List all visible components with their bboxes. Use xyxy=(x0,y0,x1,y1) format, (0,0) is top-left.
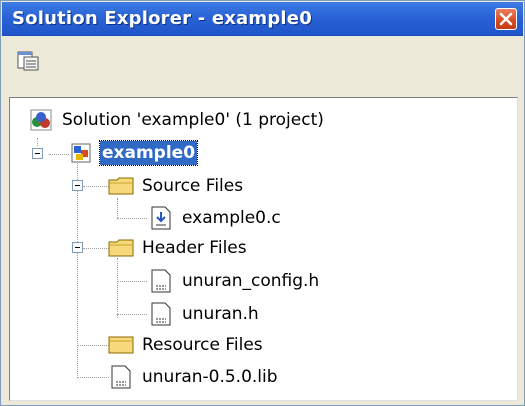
tree-line xyxy=(83,248,109,249)
toolbar xyxy=(2,37,523,85)
tree-item-label: unuran-0.5.0.lib xyxy=(142,367,278,387)
folder-icon xyxy=(108,332,134,358)
folder-icon xyxy=(108,235,134,261)
project-icon xyxy=(68,140,94,166)
tree-item-project[interactable]: example0 xyxy=(68,139,199,167)
tree-line xyxy=(37,138,38,146)
header-file-icon xyxy=(148,301,174,327)
tree-line xyxy=(117,258,118,318)
tree-item-lib-file[interactable]: unuran-0.5.0.lib xyxy=(108,363,280,391)
title-bar[interactable]: Solution Explorer - example0 xyxy=(2,2,523,36)
window-title: Solution Explorer - example0 xyxy=(12,8,312,29)
tree-line xyxy=(117,314,147,315)
solution-tree[interactable]: Solution 'example0' (1 project) example0 xyxy=(9,97,518,401)
tree-line xyxy=(117,218,147,219)
close-button[interactable] xyxy=(495,8,517,30)
tree-line xyxy=(83,186,109,187)
tree-item-solution[interactable]: Solution 'example0' (1 project) xyxy=(28,106,326,134)
collapse-header-files-toggle[interactable] xyxy=(72,242,83,253)
tree-item-label: Solution 'example0' (1 project) xyxy=(62,110,324,130)
tree-item-label: example0.c xyxy=(182,208,281,228)
solution-icon xyxy=(28,107,54,133)
lib-file-icon xyxy=(108,364,134,390)
properties-icon xyxy=(17,51,39,71)
tree-item-header-files[interactable]: Header Files xyxy=(108,234,249,262)
tree-item-source-file[interactable]: example0.c xyxy=(148,204,283,232)
tree-line xyxy=(77,345,109,346)
tree-item-label: Header Files xyxy=(142,238,247,258)
close-icon xyxy=(499,12,513,26)
collapse-source-files-toggle[interactable] xyxy=(72,180,83,191)
tree-item-label: unuran.h xyxy=(182,304,259,324)
tree-item-header-file[interactable]: unuran.h xyxy=(148,300,261,328)
tree-line xyxy=(117,198,118,218)
tree-line xyxy=(117,281,147,282)
tree-item-label: unuran_config.h xyxy=(182,271,320,291)
folder-icon xyxy=(108,173,134,199)
tree-line xyxy=(77,377,109,378)
properties-button[interactable] xyxy=(14,47,42,75)
tree-item-resource-files[interactable]: Resource Files xyxy=(108,331,265,359)
tree-item-header-file[interactable]: unuran_config.h xyxy=(148,267,321,295)
solution-explorer-window: Solution Explorer - example0 Solution 'e… xyxy=(0,0,525,406)
collapse-project-toggle[interactable] xyxy=(32,148,43,159)
c-source-file-icon xyxy=(148,205,174,231)
tree-item-label: Source Files xyxy=(142,176,244,196)
header-file-icon xyxy=(148,268,174,294)
tree-line xyxy=(49,154,69,155)
tree-item-label: example0 xyxy=(98,140,199,166)
tree-item-label: Resource Files xyxy=(142,335,263,355)
tree-item-source-files[interactable]: Source Files xyxy=(108,172,245,200)
